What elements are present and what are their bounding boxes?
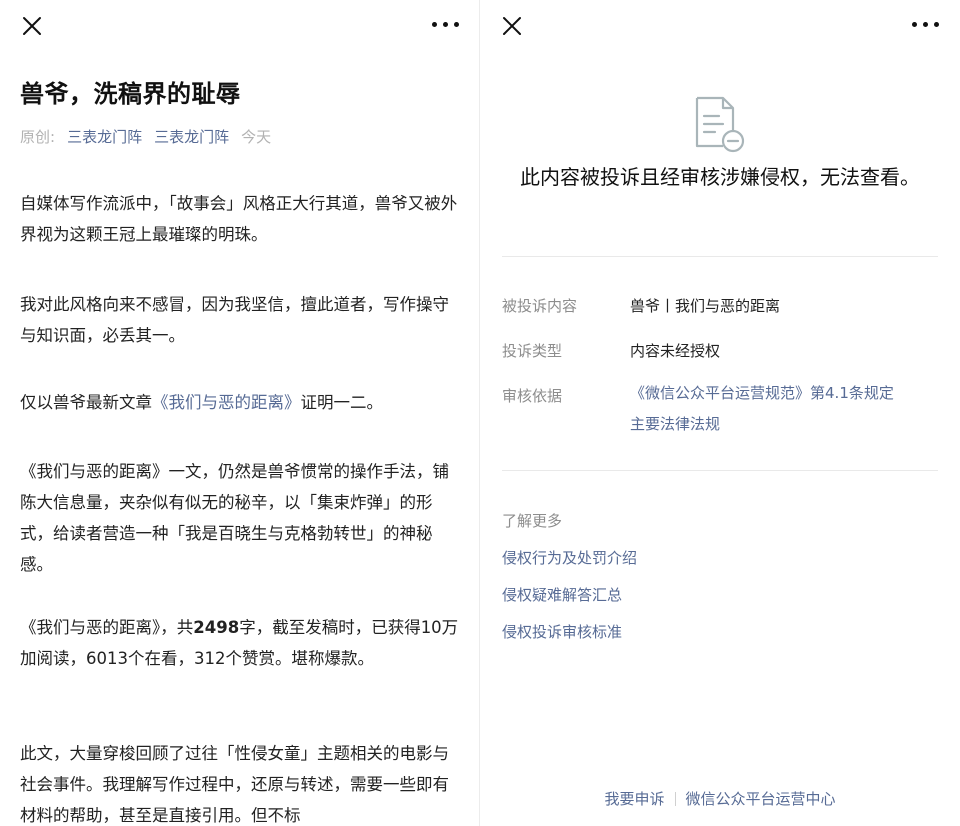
paragraph-text: 证明一二。 [300, 393, 384, 412]
more-icon[interactable] [912, 22, 940, 30]
footer: 我要申诉 微信公众平台运营中心 [480, 788, 960, 809]
close-icon[interactable] [20, 14, 44, 38]
infringement-penalty-link[interactable]: 侵权行为及处罚介绍 [502, 547, 637, 568]
more-icon[interactable] [432, 22, 460, 30]
review-basis-label: 审核依据 [502, 387, 563, 405]
paragraph-text: 仅以兽爷最新文章 [20, 393, 152, 412]
learn-more-title: 了解更多 [502, 512, 563, 530]
complaint-content-label: 被投诉内容 [502, 297, 578, 315]
paragraph-text: 《我们与恶的距离》，共 [20, 618, 194, 637]
infringement-review-standard-link[interactable]: 侵权投诉审核标准 [502, 621, 622, 642]
article-title: 兽爷，洗稿界的耻辱 [20, 80, 241, 108]
article-paragraph-5: 《我们与恶的距离》，共2498字，截至发稿时，已获得10万加阅读，6013个在看… [20, 612, 460, 674]
article-paragraph-3: 仅以兽爷最新文章《我们与恶的距离》证明一二。 [20, 387, 460, 418]
complaint-type-label: 投诉类型 [502, 342, 563, 360]
review-basis-line-2[interactable]: 主要法律法规 [630, 409, 894, 440]
appeal-link[interactable]: 我要申诉 [604, 790, 664, 808]
article-paragraph-2: 我对此风格向来不感冒，因为我坚信，擅此道者，写作操守与知识面，必丢其一。 [20, 295, 449, 345]
divider-line [502, 470, 938, 471]
close-icon[interactable] [500, 14, 524, 38]
author-link[interactable]: 三表龙门阵 [67, 128, 142, 146]
footer-separator [674, 792, 676, 806]
original-label: 原创: [20, 128, 56, 146]
article-panel: 兽爷，洗稿界的耻辱 原创: 三表龙门阵 三表龙门阵 今天 自媒体写作流派中，「故事会」… [0, 0, 480, 826]
article-paragraph-6: 此文，大量穿梭回顾了过往「性侵女童」主题相关的电影与社会事件。我理解写作过程中，… [20, 744, 449, 825]
article-paragraph-4: 《我们与恶的距离》一文，仍然是兽爷惯常的操作手法，铺陈大信息量，夹杂似有似无的秘… [20, 462, 449, 574]
document-minus-icon [695, 96, 745, 153]
complaint-content-value: 兽爷丨我们与恶的距离 [630, 297, 781, 315]
divider-line [502, 256, 938, 257]
blocked-notice-text: 此内容被投诉且经审核涉嫌侵权，无法查看。 [520, 165, 920, 189]
word-count: 2498 [193, 618, 240, 637]
review-basis-link[interactable]: 《微信公众平台运营规范》第4.1条规定 主要法律法规 [630, 378, 894, 440]
publish-time: 今天 [241, 128, 272, 146]
article-meta: 原创: 三表龙门阵 三表龙门阵 今天 [20, 126, 271, 147]
complaint-type-value: 内容未经授权 [630, 342, 721, 360]
blocked-notice-panel: 此内容被投诉且经审核涉嫌侵权，无法查看。 被投诉内容 兽爷丨我们与恶的距离 投诉… [480, 0, 960, 826]
article-paragraph-1: 自媒体写作流派中，「故事会」风格正大行其道，兽爷又被外界视为这颗王冠上最璀璨的明… [20, 194, 458, 244]
article-link[interactable]: 《我们与恶的距离》 [152, 393, 301, 412]
infringement-faq-link[interactable]: 侵权疑难解答汇总 [502, 584, 622, 605]
account-name-link[interactable]: 三表龙门阵 [154, 128, 229, 146]
operations-center-link[interactable]: 微信公众平台运营中心 [686, 790, 836, 808]
review-basis-line-1[interactable]: 《微信公众平台运营规范》第4.1条规定 [630, 378, 894, 409]
